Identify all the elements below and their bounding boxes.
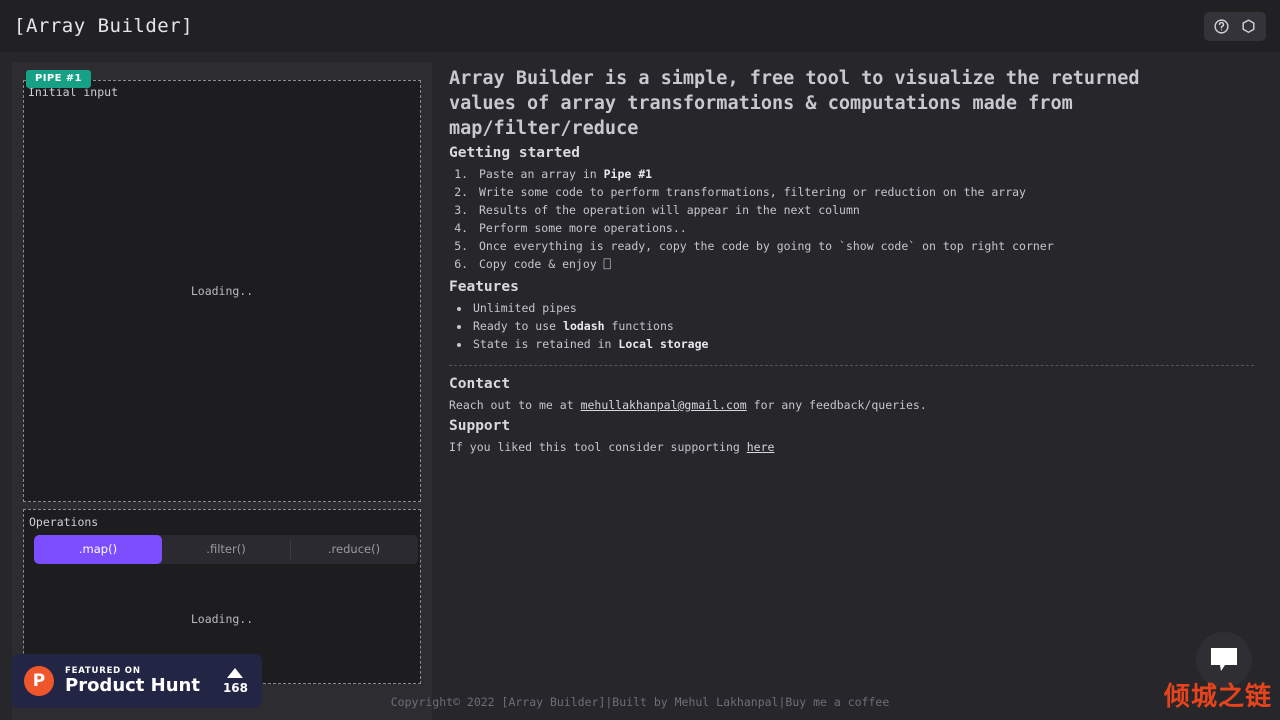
- step-strong: Pipe #1: [603, 167, 653, 181]
- feature-strong: Local storage: [618, 337, 709, 351]
- step-text: Copy code & enjoy ⎕: [479, 257, 611, 271]
- feature-text: State is retained in: [473, 337, 619, 351]
- pipe-badge: PIPE #1: [26, 70, 91, 88]
- operations-label: Operations: [29, 515, 99, 529]
- list-item: Copy code & enjoy ⎕: [475, 255, 1254, 273]
- list-item: Unlimited pipes: [471, 299, 1254, 317]
- tab-filter[interactable]: .filter(): [162, 535, 290, 564]
- info-panel: Array Builder is a simple, free tool to …: [432, 52, 1280, 458]
- feature-text: Unlimited pipes: [473, 301, 577, 315]
- step-text: Write some code to perform transformatio…: [479, 185, 1026, 199]
- step-text: Perform some more operations..: [479, 221, 687, 235]
- getting-started-heading: Getting started: [449, 145, 580, 161]
- contact-text-post: for any feedback/queries.: [746, 398, 927, 412]
- list-item: Paste an array in Pipe #1: [475, 165, 1254, 183]
- section-divider: [449, 365, 1254, 366]
- list-item: Results of the operation will appear in …: [475, 201, 1254, 219]
- feature-strong: lodash: [563, 319, 605, 333]
- email-link[interactable]: mehullakhanpal@gmail.com: [581, 398, 747, 412]
- app-header: [Array Builder]: [0, 0, 1280, 52]
- step-text: Once everything is ready, copy the code …: [479, 239, 1054, 253]
- feature-text: Ready to use: [473, 319, 564, 333]
- contact-heading: Contact: [449, 376, 511, 392]
- chat-bubble-glyph: [1211, 648, 1237, 671]
- header-actions: [1204, 11, 1266, 41]
- feature-text-post: functions: [604, 319, 674, 333]
- support-link[interactable]: here: [747, 440, 775, 454]
- watermark-text: 倾城之链: [1163, 682, 1272, 712]
- upvote-arrow-icon: [227, 667, 244, 678]
- contact-text-pre: Reach out to me at: [449, 398, 581, 412]
- intro-paragraph: Array Builder is a simple, free tool to …: [449, 68, 1140, 139]
- pipe-column: PIPE #1 Initial input Loading.. Operatio…: [12, 62, 432, 720]
- features-heading: Features: [449, 279, 519, 295]
- list-item: Write some code to perform transformatio…: [475, 183, 1254, 201]
- list-item: Perform some more operations..: [475, 219, 1254, 237]
- list-item: State is retained in Local storage: [471, 335, 1254, 353]
- chat-bubble-icon[interactable]: [1196, 632, 1252, 688]
- footer-text: Copyright© 2022 [Array Builder]|Built by…: [390, 695, 890, 709]
- support-heading: Support: [449, 418, 511, 434]
- input-loading-text: Loading..: [190, 284, 254, 298]
- page-title: [Array Builder]: [14, 15, 194, 37]
- tab-map[interactable]: .map(): [34, 535, 162, 564]
- operations-loading-text: Loading..: [190, 612, 254, 626]
- tab-reduce[interactable]: .reduce(): [290, 535, 418, 564]
- question-circle-icon[interactable]: [1213, 18, 1230, 35]
- support-text-pre: If you liked this tool consider supporti…: [449, 440, 747, 454]
- list-item: Ready to use lodash functions: [471, 317, 1254, 335]
- step-text: Paste an array in: [479, 167, 604, 181]
- operations-tabs: .map() .filter() .reduce(): [34, 535, 418, 564]
- contact-paragraph: Reach out to me at mehullakhanpal@gmail.…: [449, 396, 1254, 414]
- hexagon-icon[interactable]: [1240, 18, 1257, 35]
- support-paragraph: If you liked this tool consider supporti…: [449, 438, 1254, 456]
- pipe-input-box[interactable]: PIPE #1 Initial input Loading..: [23, 70, 421, 502]
- features-list: Unlimited pipes Ready to use lodash func…: [449, 299, 1254, 353]
- getting-started-list: Paste an array in Pipe #1 Write some cod…: [449, 165, 1254, 273]
- footer: Copyright© 2022 [Array Builder]|Built by…: [0, 684, 1280, 720]
- step-text: Results of the operation will appear in …: [479, 203, 860, 217]
- list-item: Once everything is ready, copy the code …: [475, 237, 1254, 255]
- main-area: PIPE #1 Initial input Loading.. Operatio…: [0, 52, 1280, 720]
